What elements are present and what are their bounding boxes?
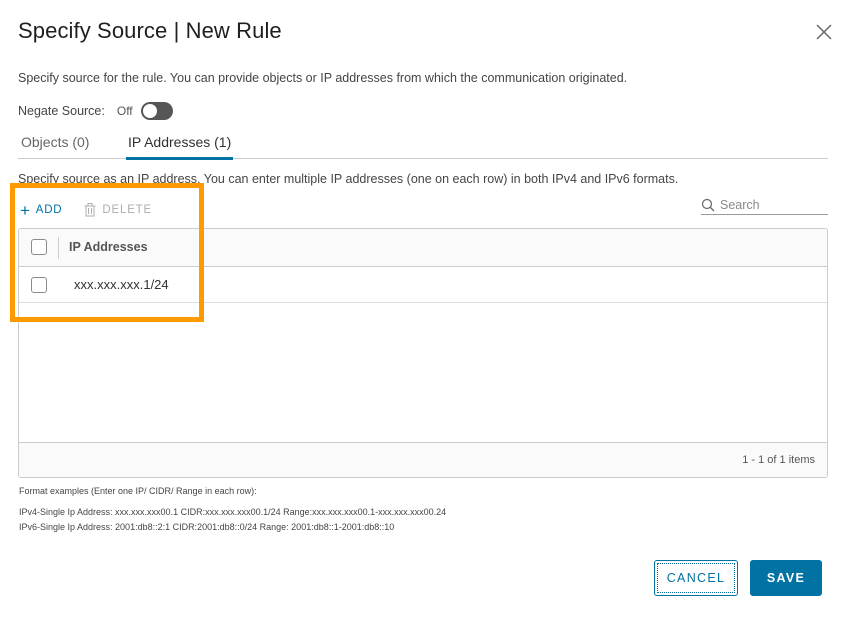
close-icon[interactable] — [814, 22, 834, 42]
search-input[interactable] — [720, 197, 818, 212]
toggle-state-text: Off — [116, 104, 133, 118]
column-header-ip-addresses: IP Addresses — [69, 240, 148, 254]
format-example-ipv6: IPv6-Single Ip Address: 2001:db8::2:1 CI… — [19, 522, 395, 532]
save-button[interactable]: SAVE — [750, 560, 822, 596]
dialog-title: Specify Source | New Rule — [18, 18, 282, 43]
select-all-checkbox[interactable] — [31, 239, 47, 255]
tab-bar: Objects (0) IP Addresses (1) — [18, 130, 828, 160]
negate-source-label: Negate Source: — [18, 104, 105, 118]
add-button-label: ADD — [35, 204, 63, 216]
grid-toolbar: + ADD DELETE — [20, 200, 152, 220]
pagination-text: 1 - 1 of 1 items — [742, 454, 815, 466]
cancel-button[interactable]: CANCEL — [654, 560, 738, 596]
dialog-description: Specify source for the rule. You can pro… — [18, 71, 628, 85]
row-checkbox[interactable] — [31, 277, 47, 293]
ip-address-grid: IP Addresses xxx.xxx.xxx.1/24 1 - 1 of 1… — [18, 228, 828, 478]
ip-address-cell[interactable]: xxx.xxx.xxx.1/24 — [74, 277, 169, 292]
grid-footer: 1 - 1 of 1 items — [19, 442, 827, 477]
trash-icon — [84, 203, 96, 217]
ip-hint-text: Specify source as an IP address. You can… — [18, 172, 679, 186]
add-button[interactable]: + ADD — [20, 202, 62, 219]
search-box — [701, 195, 828, 215]
negate-source-row: Negate Source: Off — [18, 101, 173, 121]
column-separator — [58, 237, 59, 259]
plus-icon: + — [20, 200, 31, 220]
toggle-knob — [142, 104, 157, 118]
delete-button[interactable]: DELETE — [84, 203, 152, 217]
tab-ip-addresses[interactable]: IP Addresses (1) — [125, 130, 234, 160]
table-row[interactable]: xxx.xxx.xxx.1/24 — [19, 267, 827, 303]
delete-button-label: DELETE — [102, 204, 152, 216]
negate-source-toggle[interactable] — [140, 102, 173, 120]
search-icon — [701, 198, 715, 211]
format-example-ipv4: IPv4-Single Ip Address: xxx.xxx.xxx00.1 … — [19, 507, 447, 517]
tab-objects[interactable]: Objects (0) — [21, 130, 89, 159]
grid-header: IP Addresses — [19, 229, 827, 267]
format-examples-title: Format examples (Enter one IP/ CIDR/ Ran… — [19, 486, 257, 496]
